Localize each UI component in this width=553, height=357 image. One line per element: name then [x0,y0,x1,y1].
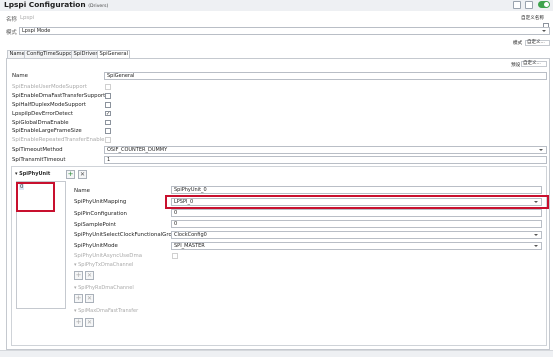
phy-async-label: SpiPhyUnitAsyncUseDma [74,253,143,259]
list-item[interactable]: 0 [19,184,25,190]
remove-icon[interactable]: ✕ [78,170,87,179]
phy-clock-label: SpiPhyUnitSelectClockFunctionalGroup [74,232,179,238]
custom-name-label: 自定义名称 [521,16,544,21]
phy-name-label: Name [74,188,90,194]
preset-value: 自定义... [523,61,541,66]
timeout-method-value: OSIF_COUNTER_DUMMY [107,147,168,153]
rx-remove-icon[interactable]: ✕ [85,294,94,303]
phy-mapping-select[interactable]: LPSPI_0 [171,198,542,206]
opt-label-5: SpiEnableLargeFrameSize [12,128,82,134]
copy-icon[interactable] [513,1,521,9]
opt-label-3: LpspiIpDevErrorDetect [12,111,73,117]
title-text: Lpspi Configuration [4,0,86,9]
phy-mode-value: SPI_MASTER [174,243,205,249]
phy-sample-label: SpiSamplePoint [74,222,116,228]
opt-label-0: SpiEnableUserModeSupport [12,84,87,90]
right-mode-select[interactable]: 自定义... [525,39,550,46]
opt-label-6: SpiEnableRepeatedTransferEnable [12,137,105,143]
tab-configtimesupport-label: ConfigTimeSupport [26,51,77,57]
tab-spidriver-label: SpiDriver [73,51,98,57]
opt-checkbox-3[interactable]: ✓ [105,110,111,117]
check-mark-icon: ✓ [106,110,111,117]
tab-name-label: Name [9,51,25,57]
page-title: Lpspi Configuration (Drivers) [4,0,108,9]
phy-mapping-value: LPSPI_0 [174,199,194,205]
opt-label-2: SpiHalfDuplexModeSupport [12,102,86,108]
name-value: Lpspi [20,15,35,21]
phy-sample-input[interactable]: 0 [171,220,542,228]
bottom-bar [0,350,553,357]
mode-label: 模式 [6,30,17,36]
phy-pin-label: SpiPinConfiguration [74,211,127,217]
timeout-method-select[interactable]: OSIF_COUNTER_DUMMY [104,146,547,154]
phy-async-checkbox[interactable] [172,253,178,259]
doc-icon[interactable] [525,1,533,9]
opt-checkbox-2[interactable] [105,102,111,108]
phy-sample-value: 0 [174,221,178,227]
phy-mapping-label: SpiPhyUnitMapping [74,199,127,205]
title-subtitle: (Drivers) [88,4,109,9]
preset-label: 预设 [511,62,521,68]
add-icon[interactable]: + [66,170,75,179]
opt-checkbox-4[interactable] [105,119,111,125]
fast-transfer-section[interactable]: ▾ SpiMaxDmaFastTransfer [74,308,138,314]
opt-checkbox-0[interactable] [105,84,111,90]
general-name-label: Name [12,73,28,79]
phy-pin-value: 0 [174,210,178,216]
phy-name-input[interactable]: SpiPhyUnit_0 [171,186,542,194]
opt-label-1: SpiEnableDmaFastTransferSupport [12,93,106,99]
spiphyunit-title: SpiPhyUnit [19,171,51,177]
spiphyunit-header[interactable]: ▾ SpiPhyUnit [15,171,50,177]
mode-select-value: Lpspi Mode [22,28,51,34]
phy-name-value: SpiPhyUnit_0 [174,187,207,193]
tx-channel-section[interactable]: ▾ SpiPhyTxDmaChannel [74,262,133,268]
tx-channel-label: SpiPhyTxDmaChannel [78,262,134,268]
right-mode-label: 模式 [513,41,523,46]
rx-add-icon[interactable]: + [74,294,83,303]
opt-checkbox-6[interactable] [105,137,111,143]
opt-label-4: SpiGlobalDmaEnable [12,120,69,126]
transmit-timeout-label: SpiTransmitTimeout [12,157,66,163]
tab-spigeneral-label: SpiGeneral [99,51,128,57]
fast-transfer-label: SpiMaxDmaFastTransfer [78,308,139,314]
phy-pin-input[interactable]: 0 [171,209,542,217]
phy-clock-select[interactable]: ClockConfig0 [171,231,542,239]
general-name-input[interactable]: SpiGeneral [104,72,547,80]
preset-select[interactable]: 自定义... [521,61,547,67]
fast-add-icon[interactable]: + [74,318,83,327]
general-name-value: SpiGeneral [107,73,135,79]
transmit-timeout-input[interactable]: 1 [104,156,547,164]
rx-channel-section[interactable]: ▾ SpiPhyRxDmaChannel [74,285,134,291]
tx-remove-icon[interactable]: ✕ [85,271,94,280]
name-label: 名称 [6,17,17,23]
mode-select[interactable]: Lpspi Mode [19,27,550,35]
timeout-method-label: SpiTimeoutMethod [12,147,63,153]
fast-remove-icon[interactable]: ✕ [85,318,94,327]
right-mode-value: 自定义... [527,39,545,45]
transmit-timeout-value: 1 [107,157,111,163]
tx-add-icon[interactable]: + [74,271,83,280]
rx-channel-label: SpiPhyRxDmaChannel [78,285,134,291]
enable-toggle[interactable] [538,1,550,8]
opt-checkbox-1[interactable] [105,93,111,99]
phy-clock-value: ClockConfig0 [174,232,207,238]
phy-mode-select[interactable]: SPI_MASTER [171,242,542,250]
opt-checkbox-5[interactable] [105,128,111,134]
phy-mode-label: SpiPhyUnitMode [74,243,118,249]
